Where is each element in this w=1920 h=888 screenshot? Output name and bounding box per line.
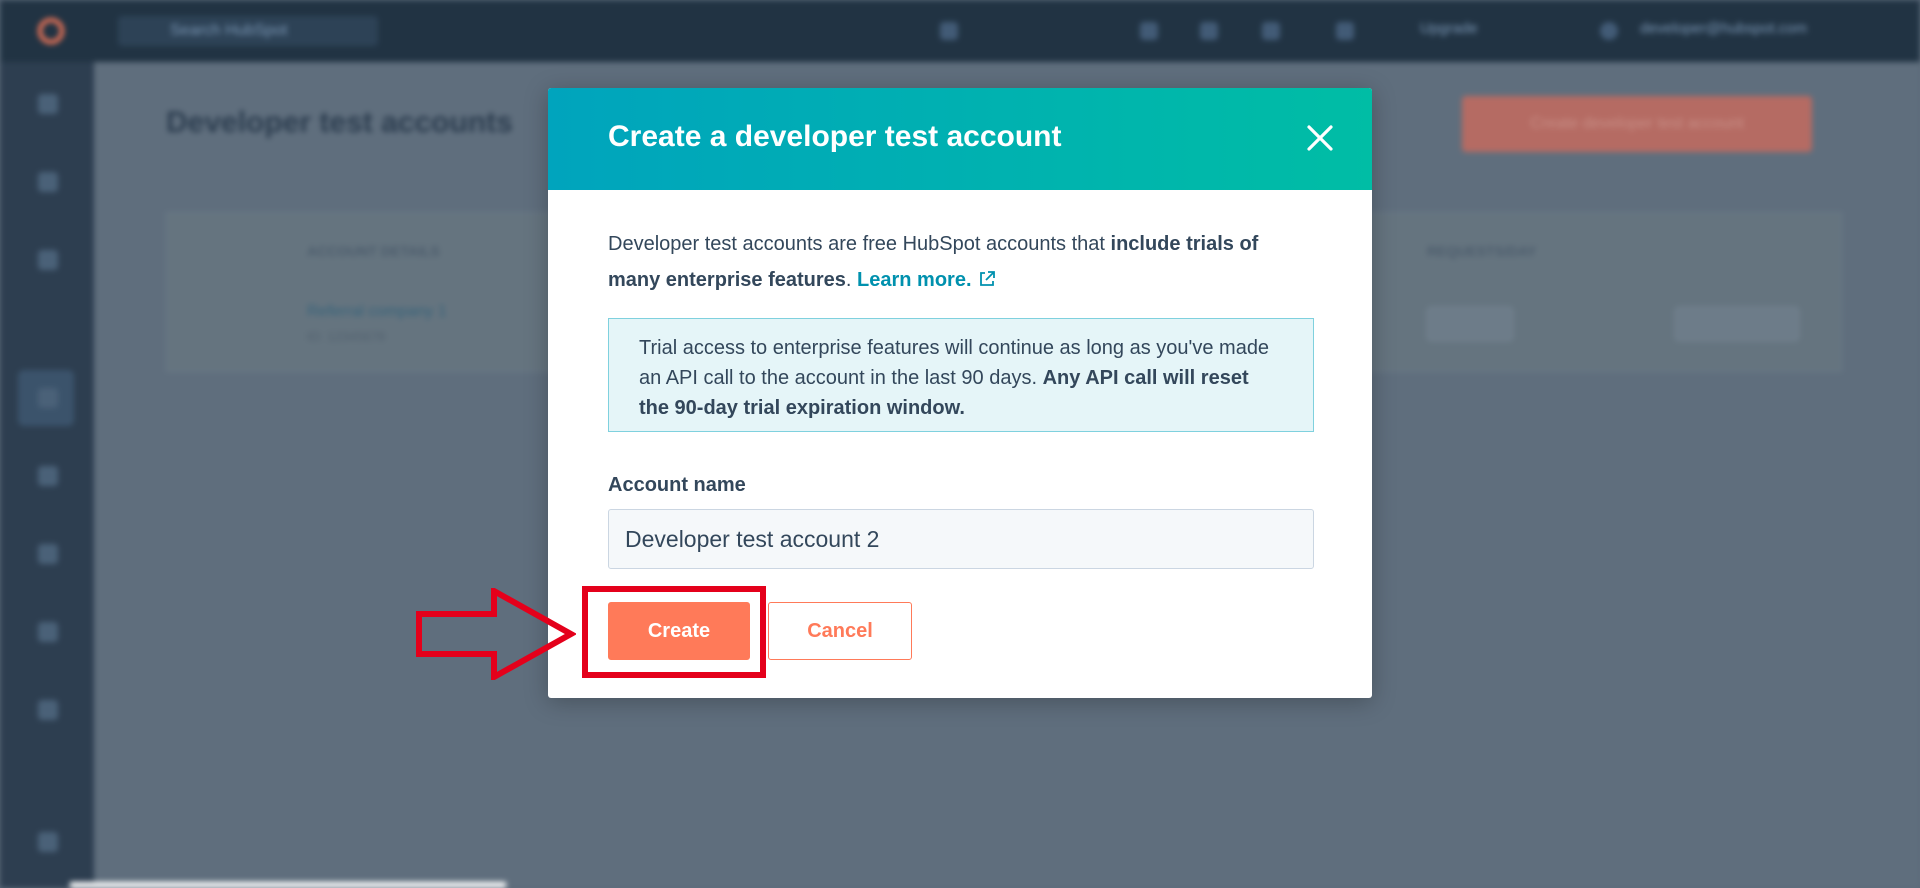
top-nav-bar: Search HubSpot Upgrade developer@hubspot… (0, 0, 1920, 62)
account-row-id: ID: 12345678 (307, 329, 386, 344)
learn-more-label: Learn more. (857, 269, 972, 291)
row-actions-button[interactable] (1675, 307, 1799, 341)
sidebar-cms-icon[interactable] (38, 250, 58, 270)
cancel-button[interactable]: Cancel (768, 602, 912, 660)
close-icon (1307, 125, 1333, 151)
page-title: Developer test accounts (166, 106, 513, 139)
sidebar-test-accounts-icon[interactable] (38, 388, 58, 408)
sidebar-home-icon[interactable] (38, 94, 58, 114)
sidebar-resources-icon[interactable] (38, 622, 58, 642)
dialog-actions: Create Cancel (608, 602, 912, 660)
learn-more-link[interactable]: Learn more. (857, 269, 995, 291)
intro-end: . (845, 269, 858, 291)
bottom-strip (70, 882, 506, 888)
intro-plain: Developer test accounts are free HubSpot… (608, 233, 1111, 255)
left-sidebar (0, 62, 94, 888)
global-search-input[interactable]: Search HubSpot (118, 16, 378, 46)
hubspot-logo-icon (38, 18, 64, 44)
status-badge (1427, 307, 1513, 341)
dialog-title: Create a developer test account (608, 120, 1062, 153)
intro-text: Developer test accounts are free HubSpot… (608, 226, 1314, 298)
marketplace-icon[interactable] (940, 22, 958, 40)
notifications-icon[interactable] (1262, 22, 1280, 40)
external-link-icon (979, 271, 995, 286)
avatar[interactable] (1600, 22, 1618, 40)
create-test-account-dialog: Create a developer test account Develope… (548, 88, 1372, 698)
close-button[interactable] (1300, 118, 1340, 158)
sidebar-docs-icon[interactable] (38, 700, 58, 720)
account-row-name[interactable]: Referral company 1 (307, 303, 447, 321)
sidebar-monitoring-icon[interactable] (38, 544, 58, 564)
dialog-body: Developer test accounts are free HubSpot… (608, 226, 1314, 569)
sidebar-collapse-icon[interactable] (38, 832, 58, 852)
sidebar-projects-icon[interactable] (38, 466, 58, 486)
help-icon[interactable] (1140, 22, 1158, 40)
account-name-label: Account name (608, 474, 746, 496)
create-button[interactable]: Create (608, 602, 750, 660)
sidebar-apps-icon[interactable] (38, 172, 58, 192)
settings-icon[interactable] (1200, 22, 1218, 40)
account-name-input[interactable] (608, 509, 1314, 569)
trial-info-alert: Trial access to enterprise features will… (608, 318, 1314, 432)
upgrade-icon[interactable] (1336, 22, 1354, 40)
account-menu[interactable]: developer@hubspot.com (1640, 20, 1807, 37)
create-test-account-button[interactable]: Create developer test account (1462, 96, 1812, 152)
column-header-requests[interactable]: REQUESTS/DAY (1427, 243, 1536, 259)
upgrade-link[interactable]: Upgrade (1420, 20, 1478, 37)
column-header-account-details[interactable]: ACCOUNT DETAILS (307, 243, 440, 259)
dialog-header: Create a developer test account (548, 88, 1372, 190)
